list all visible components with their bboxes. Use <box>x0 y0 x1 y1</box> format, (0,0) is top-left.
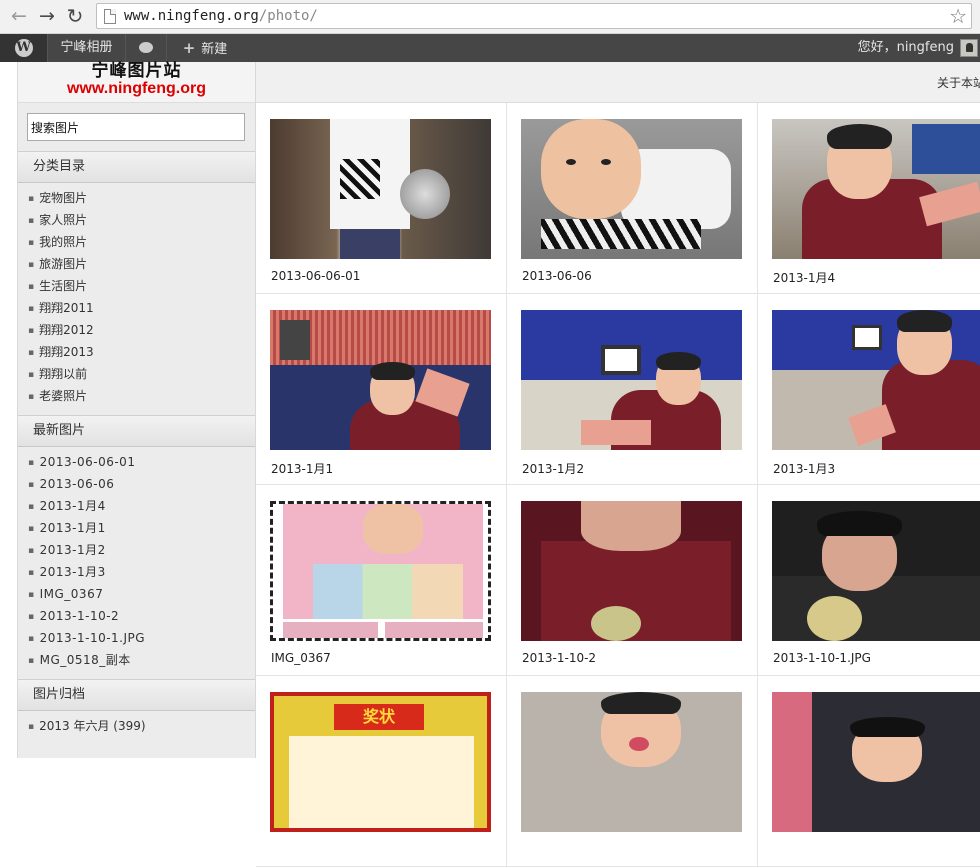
category-link[interactable]: 翔翔2013 <box>28 341 255 363</box>
photo-card[interactable]: IMG_0367 <box>256 485 507 676</box>
photo-card[interactable]: 2013-1月2 <box>507 294 758 485</box>
archive-list: 2013 年六月 (399) <box>18 711 255 745</box>
photo-card[interactable]: 2013-1-10-1.JPG <box>758 485 980 676</box>
photo-thumbnail[interactable]: 奖状 <box>270 692 491 832</box>
photo-card[interactable]: 2013-06-06-01 <box>256 103 507 294</box>
url-text[interactable]: www.ningfeng.org/photo/ <box>124 8 318 24</box>
reload-icon[interactable]: ↻ <box>64 5 86 27</box>
site-name-link[interactable]: 宁峰相册 <box>47 34 125 62</box>
photo-thumbnail[interactable] <box>270 119 491 259</box>
archive-heading: 图片归档 <box>18 679 255 711</box>
photo-caption[interactable]: 2013-1-10-1.JPG <box>773 651 871 665</box>
latest-photo-link[interactable]: IMG_0367 <box>28 583 255 605</box>
comments-icon[interactable] <box>125 34 166 62</box>
photo-card[interactable]: 2013-1月3 <box>758 294 980 485</box>
greeting-text: 您好，ningfeng <box>857 40 954 55</box>
category-link[interactable]: 宠物图片 <box>28 187 255 209</box>
category-link[interactable]: 家人照片 <box>28 209 255 231</box>
latest-heading: 最新图片 <box>18 415 255 447</box>
forward-arrow-icon[interactable]: → <box>36 5 58 27</box>
photo-caption[interactable]: 2013-06-06-01 <box>271 269 360 283</box>
admin-bar: W 宁峰相册 + 新建 您好，ningfeng <box>0 34 980 62</box>
award-banner: 奖状 <box>334 704 424 730</box>
photo-card[interactable]: 2013-1-10-2 <box>507 485 758 676</box>
latest-photo-link[interactable]: MG_0518_副本 <box>28 649 255 671</box>
latest-photo-link[interactable]: 2013-1月3 <box>28 561 255 583</box>
about-link[interactable]: 关于本站 <box>937 74 980 91</box>
address-bar[interactable]: www.ningfeng.org/photo/ ☆ <box>96 3 972 29</box>
category-link[interactable]: 我的照片 <box>28 231 255 253</box>
photo-caption[interactable]: 2013-06-06 <box>522 269 592 283</box>
latest-list: 2013-06-06-01 2013-06-06 2013-1月4 2013-1… <box>18 447 255 679</box>
photo-thumbnail[interactable] <box>521 692 742 832</box>
new-label: 新建 <box>201 42 228 57</box>
photo-thumbnail[interactable] <box>772 119 980 259</box>
photo-thumbnail[interactable] <box>270 310 491 450</box>
latest-photo-link[interactable]: 2013-1月4 <box>28 495 255 517</box>
wordpress-logo-icon[interactable]: W <box>0 34 47 62</box>
photo-caption[interactable]: 2013-1-10-2 <box>522 651 596 665</box>
categories-heading: 分类目录 <box>18 151 255 183</box>
photo-card[interactable]: 2013-1月1 <box>256 294 507 485</box>
latest-photo-link[interactable]: 2013-06-06-01 <box>28 451 255 473</box>
category-link[interactable]: 翔翔2011 <box>28 297 255 319</box>
main-content: 关于本站 2013-06-06-01 2013-06-06 2013-1月4 2… <box>256 62 980 867</box>
photo-thumbnail[interactable] <box>521 119 742 259</box>
latest-photo-link[interactable]: 2013-1-10-1.JPG <box>28 627 255 649</box>
photo-caption[interactable]: 2013-1月1 <box>271 460 333 477</box>
site-logo[interactable]: 宁峰图片站 www.ningfeng.org <box>18 62 255 102</box>
browser-toolbar: ← → ↻ www.ningfeng.org/photo/ ☆ <box>0 0 980 34</box>
photo-caption[interactable]: IMG_0367 <box>271 651 331 665</box>
photo-thumbnail[interactable] <box>772 310 980 450</box>
photo-card[interactable]: 2013-06-06 <box>507 103 758 294</box>
category-link[interactable]: 老婆照片 <box>28 385 255 407</box>
account-greeting[interactable]: 您好，ningfeng <box>852 34 980 62</box>
photo-thumbnail[interactable] <box>772 692 980 832</box>
archive-link[interactable]: 2013 年六月 (399) <box>28 715 255 737</box>
photo-thumbnail[interactable] <box>521 310 742 450</box>
photo-card[interactable] <box>758 676 980 867</box>
top-nav: 关于本站 <box>256 62 980 103</box>
latest-photo-link[interactable]: 2013-06-06 <box>28 473 255 495</box>
search-widget <box>18 102 255 151</box>
sidebar: 宁峰图片站 www.ningfeng.org 分类目录 宠物图片 家人照片 我的… <box>17 62 256 758</box>
category-link[interactable]: 翔翔以前 <box>28 363 255 385</box>
photo-caption[interactable]: 2013-1月4 <box>773 269 835 286</box>
avatar[interactable] <box>960 39 978 57</box>
page-icon <box>104 9 116 24</box>
back-arrow-icon[interactable]: ← <box>8 5 30 27</box>
latest-photo-link[interactable]: 2013-1月2 <box>28 539 255 561</box>
search-input[interactable] <box>27 113 245 141</box>
photo-thumbnail[interactable] <box>270 501 491 641</box>
photo-card[interactable]: 2013-1月4 <box>758 103 980 294</box>
logo-url: www.ningfeng.org <box>67 80 206 97</box>
logo-title: 宁峰图片站 <box>91 61 182 81</box>
category-link[interactable]: 翔翔2012 <box>28 319 255 341</box>
photo-thumbnail[interactable] <box>521 501 742 641</box>
latest-photo-link[interactable]: 2013-1-10-2 <box>28 605 255 627</box>
categories-list: 宠物图片 家人照片 我的照片 旅游图片 生活图片 翔翔2011 翔翔2012 翔… <box>18 183 255 415</box>
photo-thumbnail[interactable] <box>772 501 980 641</box>
latest-photo-link[interactable]: 2013-1月1 <box>28 517 255 539</box>
photo-caption[interactable]: 2013-1月3 <box>773 460 835 477</box>
photo-card[interactable] <box>507 676 758 867</box>
photo-card[interactable]: 奖状 <box>256 676 507 867</box>
category-link[interactable]: 旅游图片 <box>28 253 255 275</box>
photo-caption[interactable]: 2013-1月2 <box>522 460 584 477</box>
bookmark-star-icon[interactable]: ☆ <box>949 5 967 27</box>
category-link[interactable]: 生活图片 <box>28 275 255 297</box>
new-content-link[interactable]: + 新建 <box>166 34 243 62</box>
plus-icon: + <box>182 39 196 57</box>
